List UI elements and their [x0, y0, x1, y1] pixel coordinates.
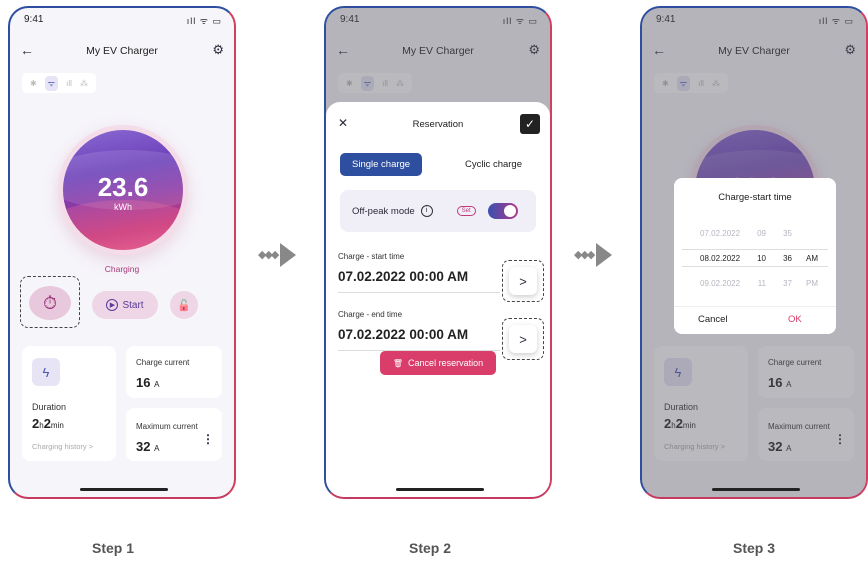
unlock-icon: 🔓	[177, 299, 191, 312]
connection-indicator: ✱ ᯤ ıll ⁂	[22, 73, 96, 93]
charge-type-tabs: Single charge Cyclic charge	[340, 152, 536, 176]
start-label: Start	[122, 299, 144, 311]
lock-button[interactable]: 🔓	[170, 291, 198, 319]
picker-row-selected[interactable]: 08.02.2022 10 36 AM	[682, 249, 828, 267]
step-label-3: Step 3	[733, 540, 776, 556]
picker-row[interactable]: 09.02.2022 11 37 PM	[682, 274, 828, 292]
trash-icon: 🗑	[392, 358, 404, 368]
start-time-label: Charge - start time	[338, 252, 405, 261]
cellular-icon: ıll	[66, 78, 72, 88]
start-arrow-highlight: >	[502, 260, 544, 302]
gear-icon[interactable]: ⚙	[212, 42, 224, 58]
phone-step-2: 9:41 ıll ᯤ ▭ ← My EV Charger ⚙ ✱ ᯤ ıll ⁂…	[324, 6, 552, 499]
timer-highlight: ⏱	[20, 276, 80, 328]
max-current-label: Maximum current	[136, 422, 198, 431]
charge-current-label: Charge current	[136, 358, 190, 367]
end-time-arrow-button[interactable]: >	[509, 325, 537, 353]
status-bar: 9:41 ıll ᯤ ▭	[24, 14, 222, 28]
tab-single-charge[interactable]: Single charge	[340, 152, 423, 176]
charge-current-value: 16 A	[136, 375, 160, 390]
home-indicator	[80, 488, 168, 491]
start-time-arrow-button[interactable]: >	[509, 267, 537, 295]
step-label-2: Step 2	[409, 540, 452, 556]
timer-button[interactable]: ⏱	[29, 286, 71, 320]
energy-unit: kWh	[114, 202, 132, 212]
cancel-reservation-button[interactable]: 🗑 Cancel reservation	[380, 351, 496, 375]
energy-value: 23.6	[97, 172, 149, 202]
energy-gauge: 23.6 kWh	[58, 125, 188, 255]
offpeak-row: Off-peak mode i Set	[340, 190, 536, 232]
status-time: 9:41	[24, 14, 44, 25]
step-arrow-icon: ◆◆◆	[258, 243, 297, 267]
dialog-title: Charge-start time	[718, 192, 792, 203]
step-arrow-icon: ◆◆◆	[574, 243, 613, 267]
reservation-sheet: ✕ Reservation ✓ Single charge Cyclic cha…	[326, 102, 550, 497]
phone-step-1: 9:41 ıll ᯤ ▭ ← My EV Charger ⚙ ✱ ᯤ ıll ⁂…	[8, 6, 236, 499]
charging-status: Charging	[104, 264, 140, 274]
end-time-label: Charge - end time	[338, 310, 403, 319]
tab-cyclic-charge[interactable]: Cyclic charge	[451, 153, 536, 176]
cancel-button[interactable]: Cancel	[698, 314, 728, 325]
step-label-1: Step 1	[92, 540, 135, 556]
timer-icon: ⏱	[42, 292, 58, 313]
bolt-icon: ϟ	[32, 358, 60, 386]
info-icon[interactable]: i	[420, 205, 433, 217]
page-title: My EV Charger	[86, 45, 158, 57]
sheet-title: Reservation	[412, 119, 464, 130]
chevron-right-icon: >	[519, 331, 527, 347]
app-bar: ← My EV Charger ⚙	[10, 42, 234, 62]
home-indicator	[712, 488, 800, 491]
ok-button[interactable]: OK	[788, 314, 802, 325]
cancel-reservation-label: Cancel reservation	[408, 358, 484, 368]
wifi-icon: ᯤ	[44, 75, 59, 91]
set-badge[interactable]: Set	[456, 206, 476, 216]
picker-row[interactable]: 07.02.2022 09 35	[682, 224, 828, 242]
home-indicator	[396, 488, 484, 491]
chevron-right-icon: >	[519, 273, 527, 289]
offpeak-label: Off-peak mode	[352, 205, 415, 217]
duration-card: ϟ Duration 2h2min Charging history >	[22, 346, 116, 461]
charging-history-link[interactable]: Charging history >	[32, 442, 93, 451]
play-icon: ▶	[106, 299, 119, 311]
start-button[interactable]: ▶ Start	[92, 291, 158, 319]
end-arrow-highlight: >	[502, 318, 544, 360]
duration-value: 2h2min	[32, 416, 64, 431]
bluetooth-icon: ✱	[30, 78, 37, 88]
charge-current-card: Charge current 16 A	[126, 346, 222, 398]
phone-step-3: 9:41 ıll ᯤ ▭ ← My EV Charger ⚙ ✱ ᯤ ıll ⁂…	[640, 6, 868, 499]
start-time-value: 07.02.2022 00:00 AM	[338, 269, 469, 284]
offpeak-toggle[interactable]	[487, 203, 518, 219]
more-icon[interactable]: ⋮	[202, 432, 214, 446]
status-icons: ıll ᯤ ▭	[186, 16, 222, 26]
time-picker-dialog: Charge-start time 07.02.2022 09 35 08.02.2…	[674, 178, 836, 334]
max-current-card: Maximum current 32 A ⋮	[126, 408, 222, 461]
max-current-value: 32 A	[136, 439, 160, 454]
duration-label: Duration	[32, 402, 67, 412]
end-time-value: 07.02.2022 00:00 AM	[338, 327, 469, 342]
network-icon: ⁂	[79, 78, 88, 88]
confirm-icon[interactable]: ✓	[520, 114, 540, 134]
